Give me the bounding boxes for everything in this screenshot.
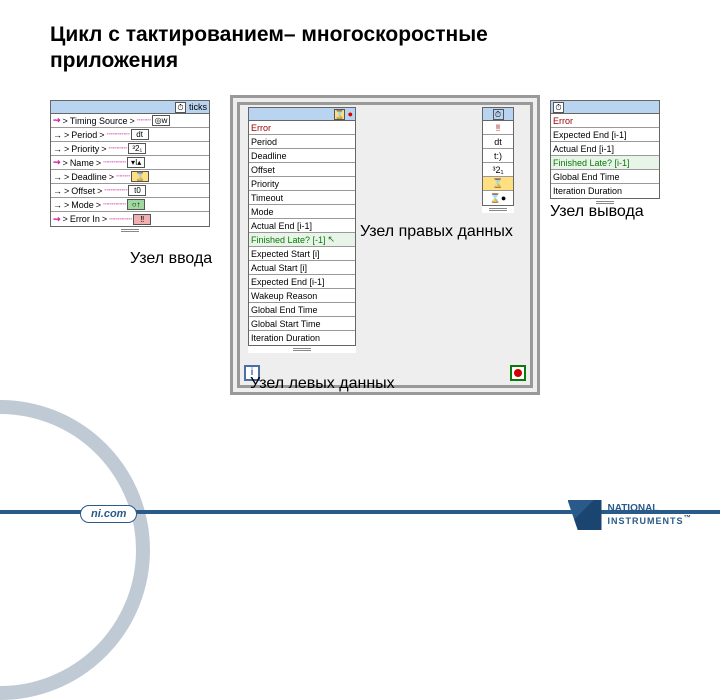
right-data-header: ⏱	[482, 107, 514, 121]
list-item[interactable]: Expected End [i-1]	[249, 275, 355, 289]
terminal[interactable]: ⌛	[483, 177, 513, 191]
terminal[interactable]: ³2₁	[483, 163, 513, 177]
list-item[interactable]: Iteration Duration	[249, 331, 355, 345]
label-output-node: Узел вывода	[550, 203, 644, 221]
list-item[interactable]: Iteration Duration	[551, 184, 659, 198]
list-item[interactable]: Global End Time	[249, 303, 355, 317]
terminal[interactable]: t:)	[483, 149, 513, 163]
list-item[interactable]: Actual End [i-1]	[551, 142, 659, 156]
left-data-body: Error Period Deadline Offset Priority Ti…	[248, 121, 356, 346]
list-item[interactable]: Global End Time	[551, 170, 659, 184]
input-row: → > Deadline > ┄┄┄⌛	[51, 170, 209, 184]
hourglass-icon: ⏱	[493, 109, 504, 120]
clock-icon: ⏱	[175, 102, 186, 113]
input-row: → > Mode > ┄┄┄┄┄○↑	[51, 198, 209, 212]
terminal[interactable]: ‼	[483, 121, 513, 135]
label-right-data: Узел правых данных	[360, 223, 513, 241]
input-row: → > Period > ┄┄┄┄┄dt	[51, 128, 209, 142]
terminal[interactable]: dt	[483, 135, 513, 149]
title-line-1: Цикл с тактированием– многоскоростные	[50, 23, 488, 46]
drag-handle-icon[interactable]	[489, 208, 507, 211]
list-item[interactable]: Global Start Time	[249, 317, 355, 331]
input-row: → > Offset > ┄┄┄┄┄t0	[51, 184, 209, 198]
output-node-header: ⏱	[550, 100, 660, 114]
list-item[interactable]: Timeout	[249, 191, 355, 205]
input-row: ⇝ > Name > ┄┄┄┄┄▾I▴	[51, 156, 209, 170]
terminal[interactable]: ⌛●	[483, 191, 513, 205]
input-node-panel: ⏱ ticks ⇝ > Timing Source > ┄┄┄◎w → > Pe…	[50, 100, 210, 234]
list-item[interactable]: Priority	[249, 177, 355, 191]
list-item[interactable]: Expected End [i-1]	[551, 128, 659, 142]
ni-logo: NATIONAL INSTRUMENTS™	[568, 500, 693, 530]
input-node-body: ⇝ > Timing Source > ┄┄┄◎w → > Period > ┄…	[50, 114, 210, 227]
list-item[interactable]: Deadline	[249, 149, 355, 163]
list-item[interactable]: Finished Late? [-1] ↖	[249, 233, 355, 247]
cursor-icon: ↖	[328, 234, 336, 245]
input-row: ⇝ > Timing Source > ┄┄┄◎w	[51, 114, 209, 128]
drag-handle-icon[interactable]	[293, 348, 311, 351]
slide: Цикл с тактированием– многоскоростные пр…	[0, 0, 720, 540]
hourglass-icon: ⌛	[334, 109, 345, 120]
input-row: → > Priority > ┄┄┄┄³2₁	[51, 142, 209, 156]
right-data-panel: ⏱ ‼ dt t:) ³2₁ ⌛ ⌛●	[482, 107, 514, 213]
nicom-badge: ni.com	[80, 505, 137, 523]
ni-logo-text: NATIONAL INSTRUMENTS™	[608, 504, 693, 527]
list-item[interactable]: Finished Late? [i-1]	[551, 156, 659, 170]
list-item[interactable]: Error	[551, 114, 659, 128]
list-item[interactable]: Period	[249, 135, 355, 149]
list-item[interactable]: Error	[249, 121, 355, 135]
title-line-2: приложения	[50, 49, 178, 72]
list-item[interactable]: Actual Start [i]	[249, 261, 355, 275]
output-node-panel: ⏱ Error Expected End [i-1] Actual End [i…	[550, 100, 660, 206]
left-data-panel: ⌛ ● Error Period Deadline Offset Priorit…	[248, 107, 356, 353]
label-left-data: Узел левых данных	[250, 375, 395, 393]
label-input-node: Узел ввода	[130, 250, 212, 268]
drag-handle-icon[interactable]	[121, 229, 139, 232]
list-item[interactable]: Wakeup Reason	[249, 289, 355, 303]
input-node-header: ⏱ ticks	[50, 100, 210, 114]
list-item[interactable]: Actual End [i-1]	[249, 219, 355, 233]
input-row: ⇝ >Error In > ┄┄┄┄┄‼	[51, 212, 209, 226]
list-item[interactable]: Mode	[249, 205, 355, 219]
clock-icon: ⏱	[553, 102, 564, 113]
output-node-body: Error Expected End [i-1] Actual End [i-1…	[550, 114, 660, 199]
slide-title: Цикл с тактированием– многоскоростные пр…	[50, 22, 488, 75]
ni-eagle-icon	[568, 500, 602, 530]
list-item[interactable]: Offset	[249, 163, 355, 177]
ticks-label: ticks	[189, 102, 207, 112]
diagram-area: ⏱ ticks ⇝ > Timing Source > ┄┄┄◎w → > Pe…	[50, 95, 670, 435]
loop-stop-icon[interactable]	[510, 365, 526, 381]
right-data-body: ‼ dt t:) ³2₁ ⌛ ⌛●	[482, 121, 514, 206]
list-item[interactable]: Expected Start [i]	[249, 247, 355, 261]
left-data-header: ⌛ ●	[248, 107, 356, 121]
decorative-circle	[0, 400, 150, 700]
